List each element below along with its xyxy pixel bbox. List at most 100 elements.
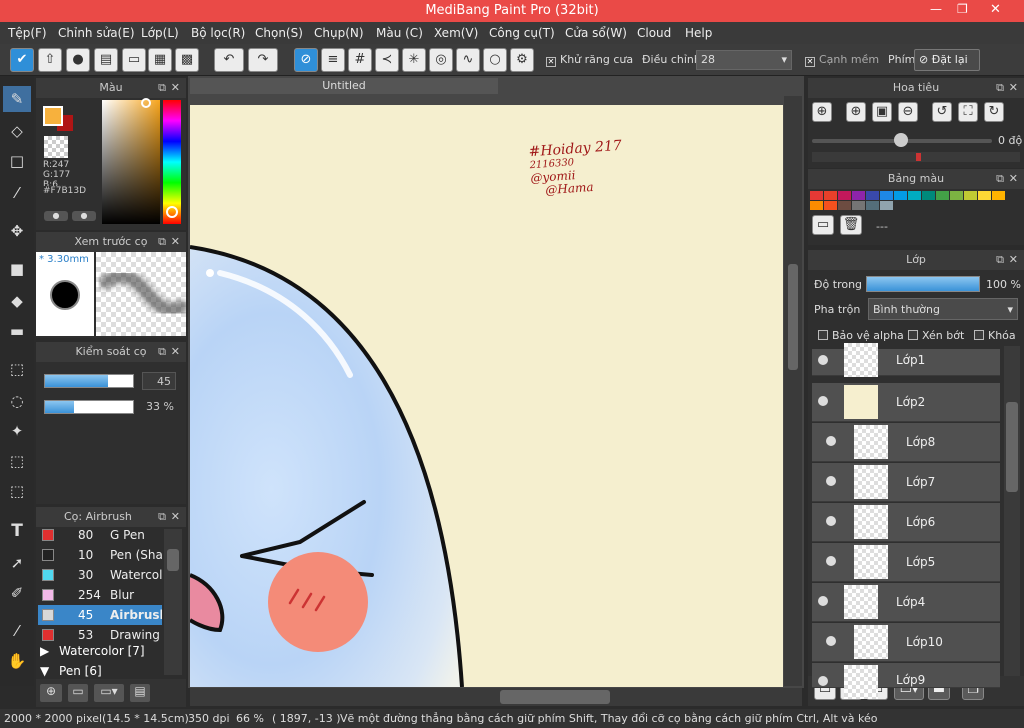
- palette-swatch[interactable]: [852, 191, 865, 200]
- zoom-reset-icon[interactable]: ⊕: [812, 102, 832, 122]
- undock-icon[interactable]: ⧉: [996, 169, 1004, 189]
- close-panel-icon[interactable]: ✕: [1009, 78, 1018, 98]
- divide-tool-icon[interactable]: ✐: [3, 580, 31, 606]
- lock-checkbox[interactable]: Khóa: [974, 329, 1016, 342]
- zoom-out-icon[interactable]: ⊖: [898, 102, 918, 122]
- palette-swatch[interactable]: [824, 191, 837, 200]
- palette-swatch[interactable]: [950, 191, 963, 200]
- new-brush-icon[interactable]: ▭: [68, 684, 88, 702]
- select-tool-icon[interactable]: ⬚: [3, 356, 31, 382]
- close-panel-icon[interactable]: ✕: [171, 342, 180, 362]
- fit-window-icon[interactable]: ⛶: [958, 102, 978, 122]
- menu-view[interactable]: Xem(V): [434, 26, 478, 40]
- menu-color[interactable]: Màu (C): [376, 26, 423, 40]
- perspective-snap-icon[interactable]: ≺: [375, 48, 399, 72]
- protect-alpha-checkbox[interactable]: Bảo vệ alpha: [818, 329, 904, 342]
- hand-tool-icon[interactable]: ✋: [3, 648, 31, 674]
- sv-picker-handle[interactable]: [141, 98, 151, 108]
- layer-row[interactable]: Lớp4: [812, 583, 1000, 622]
- brush-item[interactable]: 30 Watercolor: [38, 565, 162, 585]
- maximize-icon[interactable]: ❐: [957, 2, 968, 16]
- ellipse-snap-icon[interactable]: ○: [483, 48, 507, 72]
- brush-size-value[interactable]: 45: [142, 372, 176, 390]
- close-panel-icon[interactable]: ✕: [171, 507, 180, 527]
- hue-handle[interactable]: [166, 206, 178, 218]
- brush-settings-icon[interactable]: ⁄: [3, 180, 31, 206]
- reset-button[interactable]: ⊘ Đặt lại: [914, 49, 980, 71]
- menu-edit[interactable]: Chỉnh sửa(E): [58, 26, 135, 40]
- transparent-swatch[interactable]: [44, 136, 68, 158]
- undo-icon[interactable]: ↶: [214, 48, 244, 72]
- rotation-handle[interactable]: [894, 133, 908, 147]
- brush-tool-icon[interactable]: ✎: [3, 86, 31, 112]
- scroll-thumb[interactable]: [1006, 402, 1018, 492]
- palette-swatch[interactable]: [894, 191, 907, 200]
- clip-checkbox[interactable]: Xén bớt: [908, 329, 964, 342]
- scroll-thumb[interactable]: [167, 549, 179, 571]
- circle-snap-icon[interactable]: ◎: [429, 48, 453, 72]
- message-icon[interactable]: ▤: [94, 48, 118, 72]
- palette-swatch[interactable]: [978, 191, 991, 200]
- move-tool-icon[interactable]: ✥: [3, 218, 31, 244]
- curve-snap-icon[interactable]: ∿: [456, 48, 480, 72]
- visibility-icon[interactable]: [818, 396, 828, 406]
- soft-edge-checkbox[interactable]: ✕ Cạnh mềm: [805, 53, 879, 67]
- palette-swatch[interactable]: [810, 201, 823, 210]
- palette-swatch[interactable]: [866, 201, 879, 210]
- visibility-icon[interactable]: [826, 436, 836, 446]
- canvas[interactable]: #Hoiday 217 2116330 @yomii @Hama: [190, 105, 783, 687]
- close-icon[interactable]: ✕: [990, 2, 1001, 17]
- menu-file[interactable]: Tệp(F): [8, 26, 47, 40]
- brush-group-watercolor[interactable]: ▶ Watercolor [7]: [40, 644, 160, 664]
- new-palette-icon[interactable]: ▭: [812, 215, 834, 235]
- minimize-icon[interactable]: —: [930, 2, 942, 16]
- menu-select[interactable]: Chọn(S): [255, 26, 303, 40]
- fit-icon[interactable]: ▣: [872, 102, 892, 122]
- close-panel-icon[interactable]: ✕: [1009, 169, 1018, 189]
- grid-icon[interactable]: ▩: [175, 48, 199, 72]
- palette-swatch[interactable]: [908, 191, 921, 200]
- brush-item[interactable]: 10 Pen (Sharp): [38, 545, 162, 565]
- add-brush-icon[interactable]: ⊕: [40, 684, 62, 702]
- rotate-right-icon[interactable]: ↻: [984, 102, 1004, 122]
- brush-item[interactable]: 254 Blur: [38, 585, 162, 605]
- palette-swatch[interactable]: [922, 191, 935, 200]
- menu-help[interactable]: Help: [685, 26, 712, 40]
- color-add-button[interactable]: ●: [44, 211, 68, 221]
- bucket-tool-icon[interactable]: ◆: [3, 288, 31, 314]
- brush-size-slider[interactable]: [44, 374, 134, 388]
- saturation-value-picker[interactable]: [102, 100, 160, 224]
- undock-icon[interactable]: ⧉: [158, 232, 166, 252]
- brush-opacity-slider[interactable]: [44, 400, 134, 414]
- close-panel-icon[interactable]: ✕: [171, 232, 180, 252]
- layer-row[interactable]: Lớp10: [812, 623, 1000, 662]
- close-panel-icon[interactable]: ✕: [171, 78, 180, 98]
- snap-off-icon[interactable]: ⊘: [294, 48, 318, 72]
- dot-tool-icon[interactable]: □: [3, 148, 31, 174]
- menu-tools[interactable]: Công cụ(T): [489, 26, 555, 40]
- fill-rect-tool-icon[interactable]: ■: [3, 256, 31, 282]
- layer-row[interactable]: Lớp6: [812, 503, 1000, 542]
- grid-snap-icon[interactable]: #: [348, 48, 372, 72]
- select-eraser-icon[interactable]: ⬚: [3, 478, 31, 504]
- gradient-tool-icon[interactable]: ▬: [3, 318, 31, 344]
- menu-cloud[interactable]: Cloud: [637, 26, 671, 40]
- visibility-icon[interactable]: [818, 596, 828, 606]
- cloud-save-icon[interactable]: ✔: [10, 48, 34, 72]
- visibility-icon[interactable]: [826, 636, 836, 646]
- menu-window[interactable]: Cửa sổ(W): [565, 26, 627, 40]
- page-icon[interactable]: ▭: [122, 48, 146, 72]
- redo-icon[interactable]: ↷: [248, 48, 278, 72]
- visibility-icon[interactable]: [818, 676, 828, 686]
- tab-untitled[interactable]: Untitled: [190, 78, 498, 94]
- palette-swatch[interactable]: [866, 191, 879, 200]
- radial-snap-icon[interactable]: ✳: [402, 48, 426, 72]
- delete-palette-icon[interactable]: 🗑: [840, 215, 862, 235]
- blend-mode-select[interactable]: Bình thường ▾: [868, 298, 1018, 320]
- layer-opacity-slider[interactable]: [866, 276, 980, 292]
- palette-swatch[interactable]: [964, 191, 977, 200]
- eyedropper-icon[interactable]: ⁄: [3, 618, 31, 644]
- antialias-checkbox[interactable]: ✕ Khử răng cưa: [546, 53, 633, 67]
- color-swap-button[interactable]: ●: [72, 211, 96, 221]
- palette-swatch[interactable]: [810, 191, 823, 200]
